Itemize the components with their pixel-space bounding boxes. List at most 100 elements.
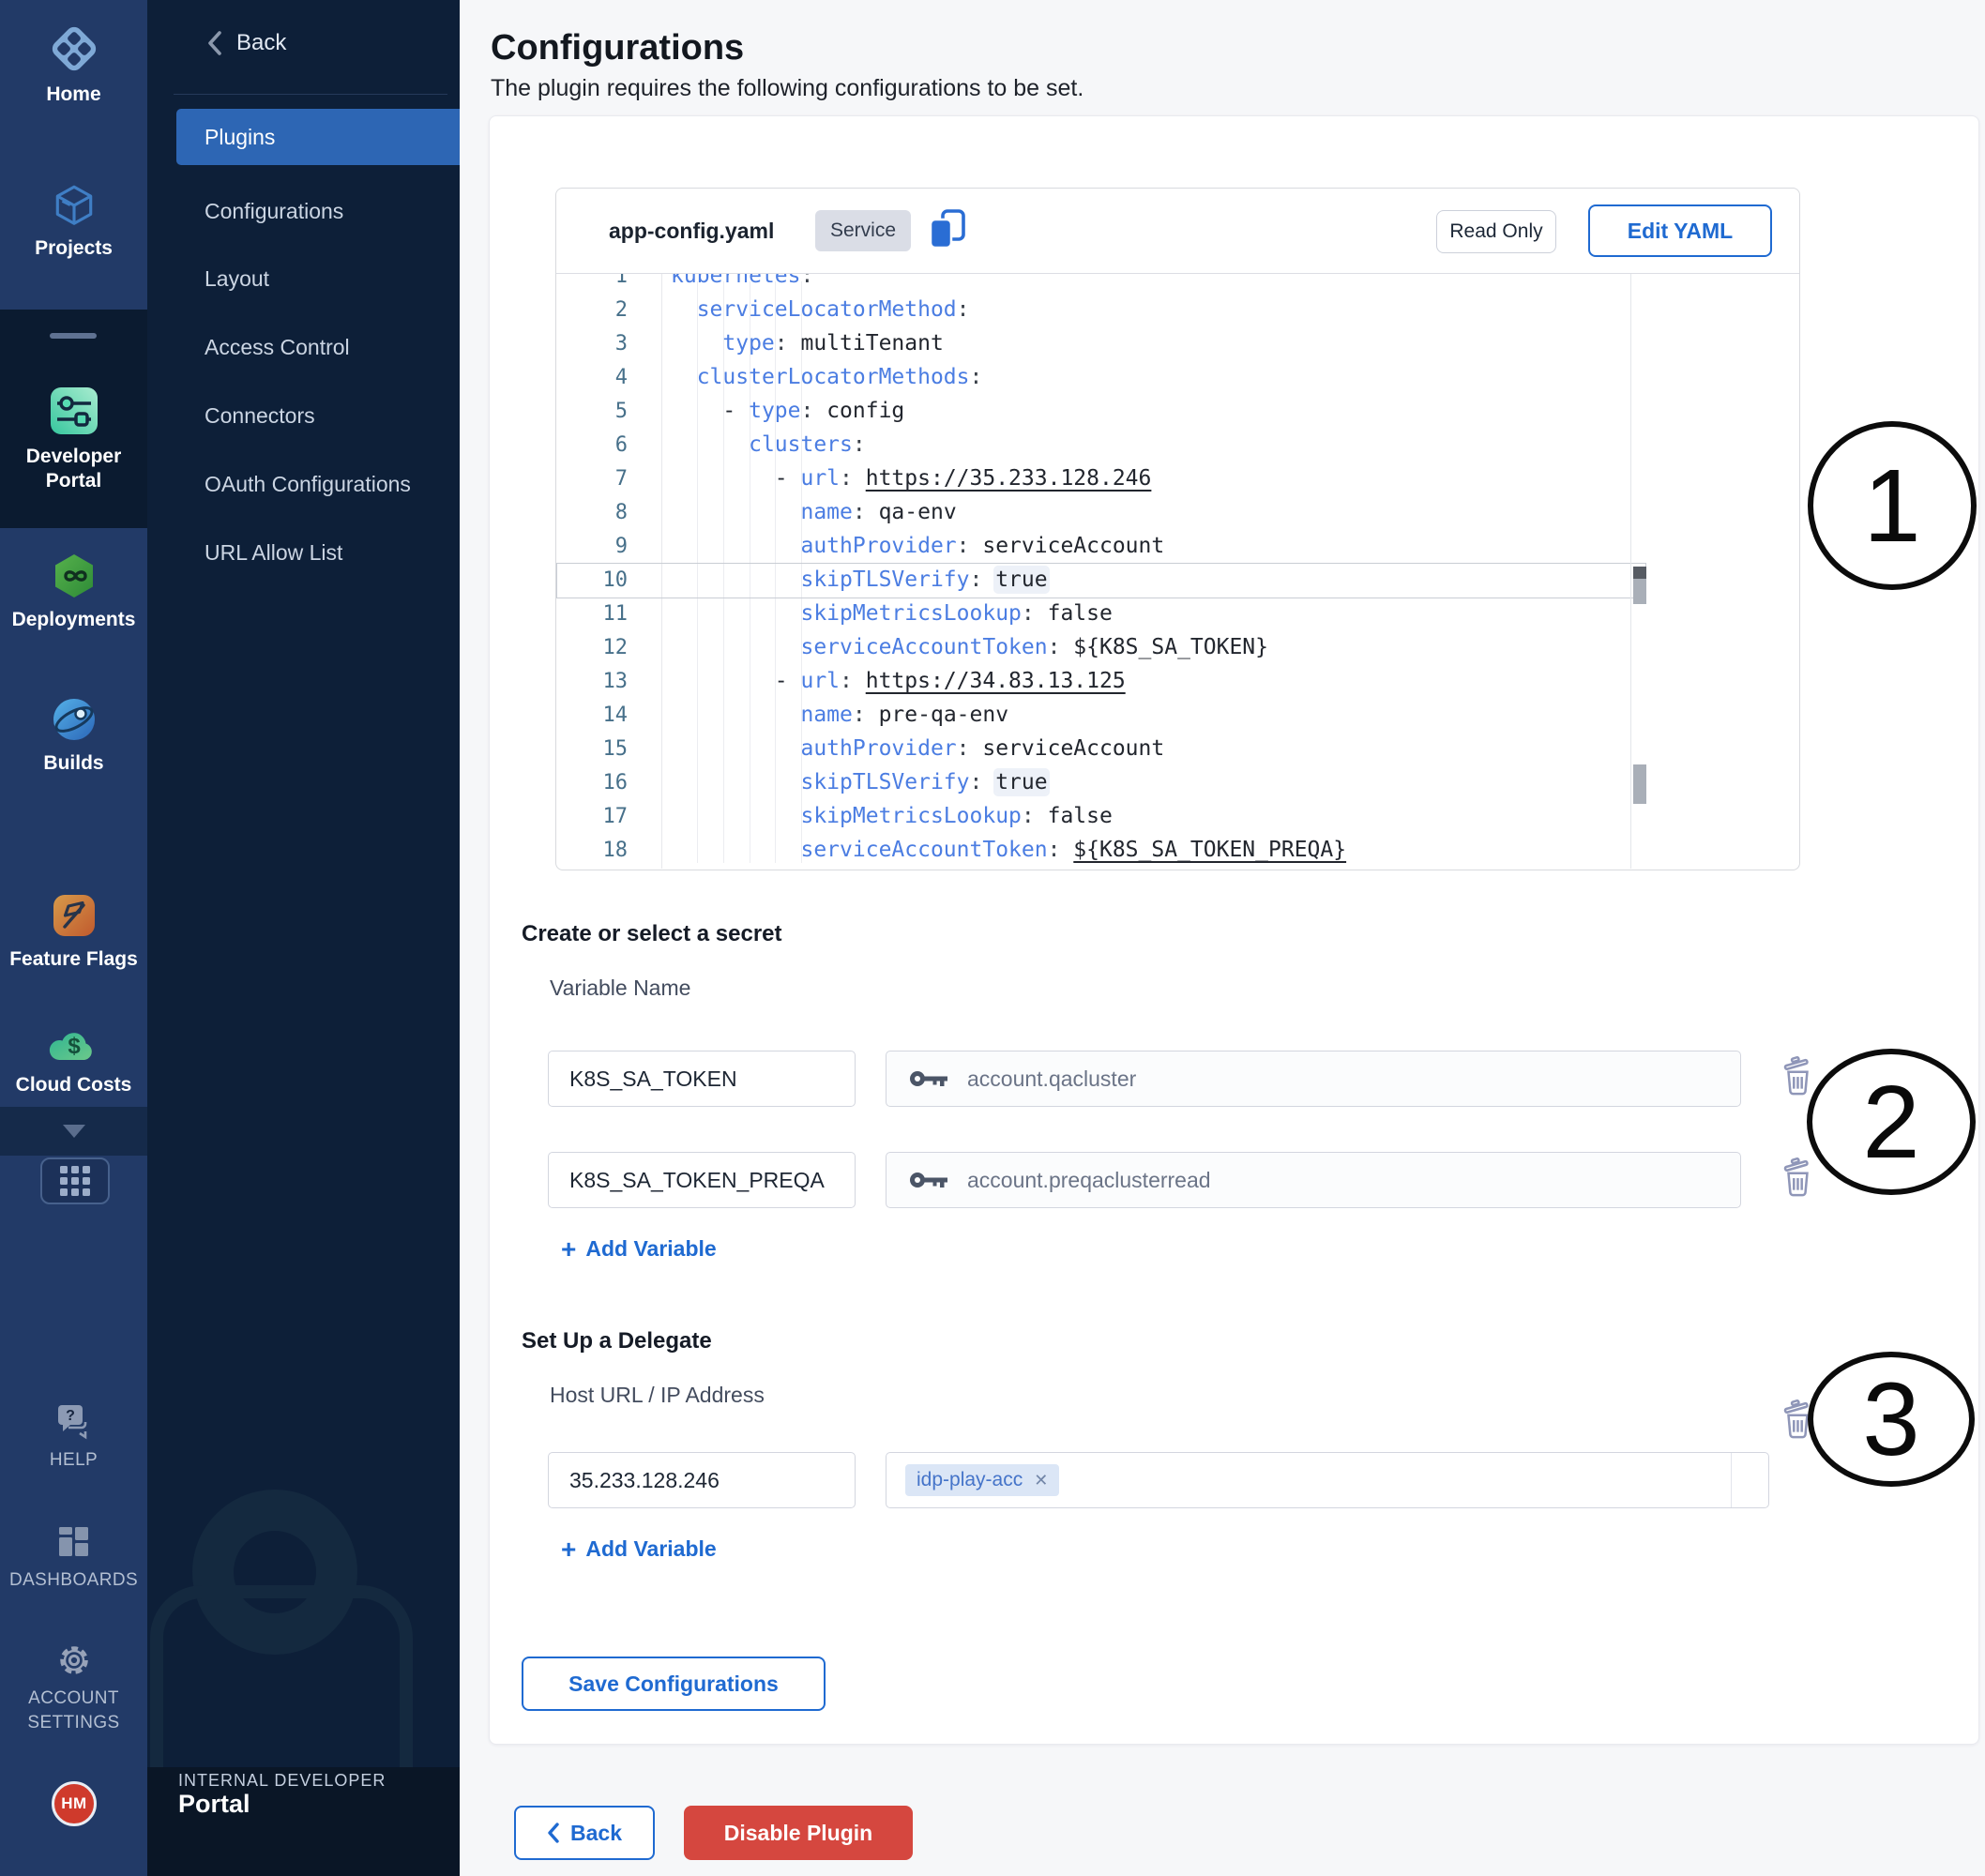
rail-item-cloud-costs[interactable]: $ Cloud Costs xyxy=(0,1024,147,1097)
sidenav-item-label: Layout xyxy=(205,266,269,292)
module-rail: Home Projects xyxy=(0,0,147,1876)
key-icon xyxy=(909,1067,950,1091)
rail-item-label-line2: SETTINGS xyxy=(0,1711,147,1735)
sidenav-item-label: Access Control xyxy=(205,335,350,360)
variable-name-value: K8S_SA_TOKEN_PREQA xyxy=(569,1168,825,1193)
brand-band: INTERNAL DEVELOPER Portal xyxy=(147,1767,460,1876)
sidenav-item-access-control[interactable]: Access Control xyxy=(176,319,460,375)
back-nav-label: Back xyxy=(236,30,286,56)
sidenav-item-label: Plugins xyxy=(205,125,275,150)
add-variable-link[interactable]: + Add Variable xyxy=(561,1236,717,1262)
rail-item-label: HELP xyxy=(0,1448,147,1473)
variable-name-value: K8S_SA_TOKEN xyxy=(569,1067,737,1092)
sidenav-item-label: OAuth Configurations xyxy=(205,472,411,497)
rail-item-label: Builds xyxy=(0,751,147,776)
code-line: 8 name: qa-env xyxy=(556,495,1799,529)
code-line: 17 skipMetricsLookup: false xyxy=(556,799,1799,833)
delegate-tag-label: idp-play-acc xyxy=(917,1469,1023,1491)
delete-variable-icon[interactable] xyxy=(1780,1056,1816,1100)
harness-logo-icon xyxy=(0,23,147,75)
read-only-badge: Read Only xyxy=(1436,210,1556,253)
host-url-label: Host URL / IP Address xyxy=(550,1383,765,1408)
rail-divider xyxy=(50,333,97,339)
host-url-input[interactable]: 35.233.128.246 xyxy=(548,1452,856,1508)
sidenav-item-label: URL Allow List xyxy=(205,540,342,566)
delegate-heading: Set Up a Delegate xyxy=(522,1328,712,1354)
variable-name-input[interactable]: K8S_SA_TOKEN_PREQA xyxy=(548,1152,856,1208)
rail-item-label-line1: Developer xyxy=(0,445,147,469)
cube-icon xyxy=(0,182,147,229)
help-chat-icon: ? xyxy=(0,1401,147,1441)
rail-item-deployments[interactable]: Deployments xyxy=(0,552,147,632)
yaml-panel: app-config.yaml Service Read Only Edit Y… xyxy=(555,188,1800,870)
rail-item-builds[interactable]: Builds xyxy=(0,695,147,776)
sidenav-item-oauth-configurations[interactable]: OAuth Configurations xyxy=(176,456,460,512)
code-line: 14 name: pre-qa-env xyxy=(556,698,1799,732)
code-line: 7 - url: https://35.233.128.246 xyxy=(556,461,1799,495)
code-line: 6 clusters: xyxy=(556,428,1799,461)
scrollbar-thumb[interactable] xyxy=(1633,567,1646,579)
scrollbar-thumb[interactable] xyxy=(1633,764,1646,804)
gear-icon xyxy=(0,1642,147,1679)
sidenav-item-configurations[interactable]: Configurations xyxy=(176,183,460,239)
field-divider xyxy=(1731,1453,1732,1507)
service-badge: Service xyxy=(815,210,911,251)
delete-variable-icon[interactable] xyxy=(1780,1157,1816,1202)
feature-flags-icon xyxy=(0,891,147,940)
annotation-step-1: 1 xyxy=(1808,421,1977,590)
back-button[interactable]: Back xyxy=(514,1806,655,1860)
rail-item-label-line2: Portal xyxy=(0,469,147,493)
sidenav-item-layout[interactable]: Layout xyxy=(176,250,460,307)
save-configurations-button[interactable]: Save Configurations xyxy=(522,1657,826,1711)
rail-item-feature-flags[interactable]: Feature Flags xyxy=(0,891,147,972)
secrets-heading: Create or select a secret xyxy=(522,921,782,947)
chevron-down-icon xyxy=(63,1125,85,1138)
back-nav[interactable]: Back xyxy=(206,30,286,56)
back-button-label: Back xyxy=(570,1821,622,1846)
developer-portal-icon xyxy=(0,385,147,437)
code-line: 13 - url: https://34.83.13.125 xyxy=(556,664,1799,698)
secret-select-field[interactable]: account.preqaclusterread xyxy=(886,1152,1741,1208)
sidenav-item-connectors[interactable]: Connectors xyxy=(176,387,460,444)
app-window: Home Projects xyxy=(0,0,1985,1876)
rail-item-projects[interactable]: Projects xyxy=(0,182,147,261)
secret-select-field[interactable]: account.qacluster xyxy=(886,1051,1741,1107)
remove-tag-icon[interactable]: ✕ xyxy=(1034,1471,1048,1490)
scrollbar-thumb[interactable] xyxy=(1633,579,1646,604)
sidenav-item-label: Configurations xyxy=(205,199,343,224)
rail-item-dashboards[interactable]: DASHBOARDS xyxy=(0,1523,147,1593)
annotation-step-3: 3 xyxy=(1808,1352,1975,1487)
rail-collapse-strip[interactable] xyxy=(0,1107,147,1156)
rail-item-home[interactable]: Home xyxy=(0,23,147,107)
scrollbar-track xyxy=(1630,274,1631,869)
sidenav-item-url-allow-list[interactable]: URL Allow List xyxy=(176,524,460,581)
variable-name-input[interactable]: K8S_SA_TOKEN xyxy=(548,1051,856,1107)
code-line: 4 clusterLocatorMethods: xyxy=(556,360,1799,394)
rail-item-developer-portal[interactable]: Developer Portal xyxy=(0,385,147,493)
sidenav-divider xyxy=(174,94,447,95)
brand-eyebrow: INTERNAL DEVELOPER xyxy=(178,1771,386,1791)
delegate-tags-field[interactable]: idp-play-acc ✕ xyxy=(886,1452,1769,1508)
rail-item-label: Feature Flags xyxy=(0,947,147,972)
rail-item-help[interactable]: ? HELP xyxy=(0,1401,147,1473)
add-variable-link[interactable]: + Add Variable xyxy=(561,1536,717,1562)
delegate-tag-chip: idp-play-acc ✕ xyxy=(905,1464,1059,1496)
edit-yaml-button[interactable]: Edit YAML xyxy=(1588,204,1772,257)
yaml-code-viewer: 1kubernetes: 2 serviceLocatorMethod: 3 t… xyxy=(556,274,1799,869)
key-icon xyxy=(909,1168,950,1192)
rail-item-label: Deployments xyxy=(0,608,147,632)
plus-icon: + xyxy=(561,1540,576,1559)
yaml-filename: app-config.yaml xyxy=(609,189,774,273)
grid-icon xyxy=(60,1166,90,1196)
module-picker-button[interactable] xyxy=(40,1157,110,1204)
avatar[interactable]: HM xyxy=(52,1781,97,1826)
copy-icon[interactable] xyxy=(926,208,969,258)
sidenav-item-plugins[interactable]: Plugins xyxy=(176,109,460,165)
rail-item-label: Projects xyxy=(0,236,147,261)
code-line: 11 skipMetricsLookup: false xyxy=(556,597,1799,630)
rail-item-account-settings[interactable]: ACCOUNT SETTINGS xyxy=(0,1642,147,1735)
code-line: 5 - type: config xyxy=(556,394,1799,428)
plus-icon: + xyxy=(561,1240,576,1259)
disable-plugin-button[interactable]: Disable Plugin xyxy=(684,1806,913,1860)
annotation-step-2: 2 xyxy=(1807,1049,1976,1195)
